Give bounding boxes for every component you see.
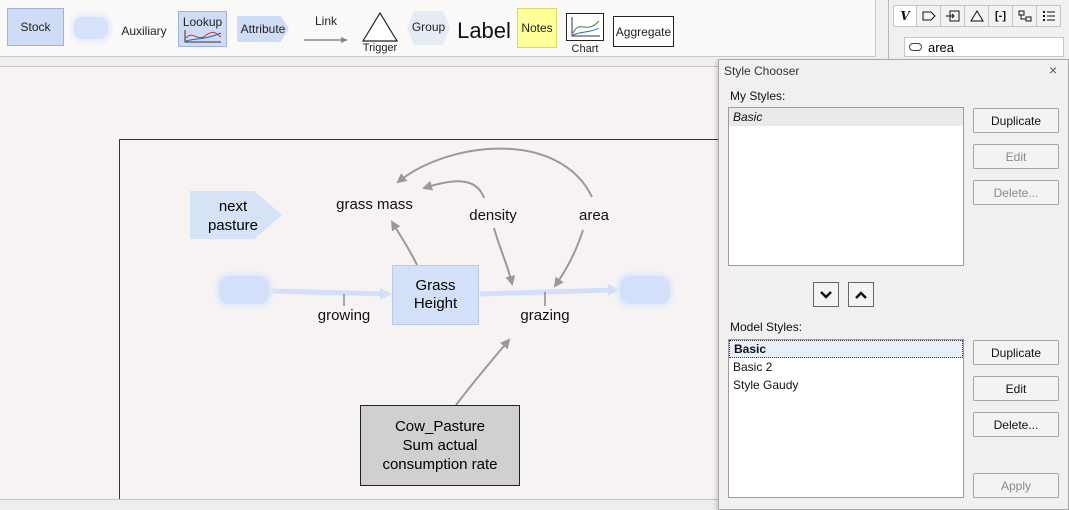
my-styles-label: My Styles:: [730, 89, 786, 103]
style-chooser-dialog: Style Chooser × My Styles: Basic Duplica…: [718, 59, 1069, 510]
move-down-button[interactable]: [813, 282, 839, 307]
grazing-flow[interactable]: grazing: [513, 306, 577, 325]
tab-brackets[interactable]: [-]: [989, 5, 1013, 27]
variable-icon: V: [900, 9, 910, 23]
stock-line2: Height: [413, 295, 458, 312]
tab-list[interactable]: [1037, 5, 1061, 27]
list-item[interactable]: Basic: [729, 108, 963, 126]
close-icon[interactable]: ×: [1049, 62, 1057, 78]
auxiliary-pill-icon: [909, 43, 922, 51]
my-delete-button[interactable]: Delete...: [973, 180, 1059, 205]
canvas-scrollbar[interactable]: [0, 499, 718, 510]
model-styles-label: Model Styles:: [730, 320, 803, 334]
cow-pasture-line3: consumption rate: [382, 456, 498, 473]
model-edit-button[interactable]: Edit: [973, 376, 1059, 401]
tab-hierarchy[interactable]: [1013, 5, 1037, 27]
grass-height-stock[interactable]: Grass Height: [392, 265, 479, 325]
diagram-links: [269, 147, 620, 406]
my-edit-button[interactable]: Edit: [973, 144, 1059, 169]
variable-name: area: [928, 39, 955, 55]
hierarchy-icon: [1018, 10, 1031, 22]
list-item[interactable]: Basic 2: [729, 358, 963, 376]
move-up-button[interactable]: [848, 282, 874, 307]
list-item[interactable]: Basic: [729, 340, 963, 358]
growing-flow[interactable]: growing: [312, 306, 376, 325]
apply-button[interactable]: Apply: [973, 473, 1059, 498]
my-duplicate-button[interactable]: Duplicate: [973, 108, 1059, 133]
next-pasture-line2: pasture: [207, 217, 259, 234]
tab-shapes[interactable]: [917, 5, 941, 27]
app-window: { "toolbar": { "stock": "Stock", "auxili…: [0, 0, 1069, 510]
tab-variables[interactable]: V: [893, 5, 917, 27]
tag-shape-icon: [922, 11, 936, 21]
cow-pasture-line1: Cow_Pasture: [394, 418, 486, 435]
source-cloud[interactable]: [219, 276, 269, 304]
area-variable[interactable]: area: [572, 206, 616, 225]
import-icon: [945, 10, 959, 22]
next-pasture-line1: next: [218, 198, 248, 215]
sink-cloud[interactable]: [620, 276, 670, 304]
next-pasture-label: next pasture: [190, 197, 276, 235]
density-variable[interactable]: density: [462, 206, 524, 225]
variable-list-item[interactable]: area: [904, 37, 1064, 57]
list-item[interactable]: Style Gaudy: [729, 376, 963, 394]
list-icon: [1042, 11, 1055, 21]
tab-triangle[interactable]: [965, 5, 989, 27]
cow-pasture-aggregate[interactable]: Cow_Pasture Sum actual consumption rate: [360, 405, 520, 486]
my-styles-list[interactable]: Basic: [728, 107, 964, 266]
tab-import[interactable]: [941, 5, 965, 27]
stock-line1: Grass: [415, 277, 456, 294]
cow-pasture-line2: Sum actual: [402, 437, 478, 454]
panel-tabs: V [-]: [893, 5, 1061, 27]
dialog-title: Style Chooser: [724, 64, 800, 78]
chevron-up-icon: [855, 290, 867, 299]
chevron-down-icon: [820, 290, 832, 299]
model-delete-button[interactable]: Delete...: [973, 412, 1059, 437]
grass-mass-variable[interactable]: grass mass: [327, 195, 422, 214]
model-styles-list[interactable]: Basic Basic 2 Style Gaudy: [728, 339, 964, 498]
triangle-icon: [969, 10, 984, 22]
model-duplicate-button[interactable]: Duplicate: [973, 340, 1059, 365]
brackets-icon: [-]: [995, 10, 1006, 22]
